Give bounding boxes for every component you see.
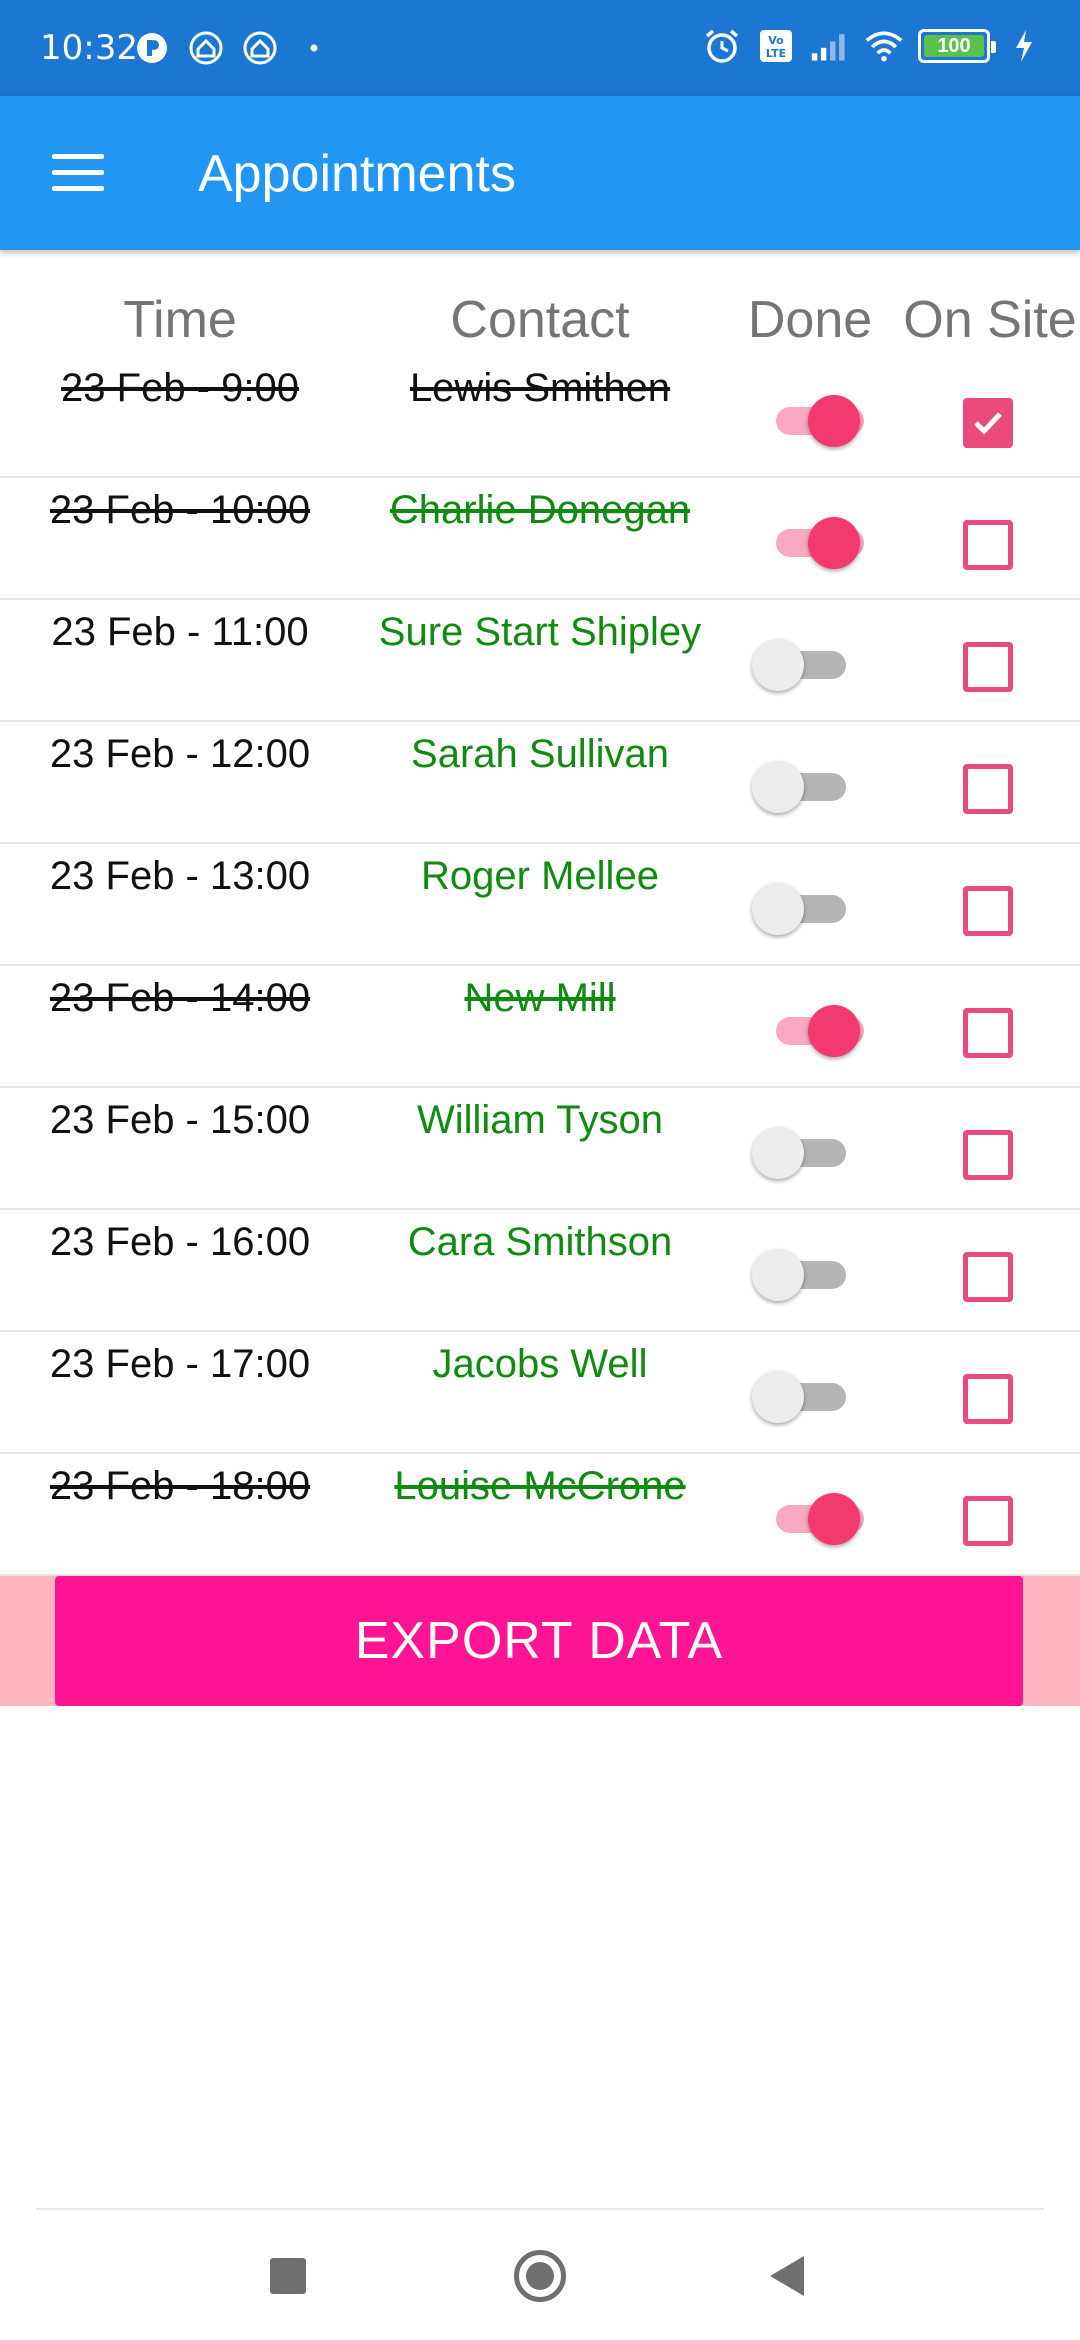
appointment-time: 23 Feb - 16:00	[49, 1220, 311, 1264]
appointment-contact[interactable]: Charlie Donegan	[360, 488, 720, 533]
battery-icon: 100	[918, 29, 996, 63]
header-time: Time	[123, 291, 237, 349]
on-site-checkbox[interactable]	[963, 764, 1013, 814]
volte-icon: Vo LTE	[756, 26, 796, 66]
appointment-contact[interactable]: Roger Mellee	[360, 854, 720, 899]
done-toggle[interactable]	[752, 636, 864, 692]
appointment-contact[interactable]: William Tyson	[360, 1098, 720, 1143]
appointment-contact[interactable]: Lewis Smithen	[360, 366, 720, 411]
battery-level: 100	[937, 34, 971, 57]
status-bar: 10:32 Vo LTE 100	[0, 0, 1080, 96]
appointment-contact[interactable]: Sure Start Shipley	[360, 610, 720, 655]
back-icon[interactable]	[770, 2256, 804, 2296]
status-time: 10:32	[40, 28, 138, 68]
appointment-time: 23 Feb - 17:00	[49, 1342, 311, 1386]
toggle-thumb	[752, 1249, 804, 1301]
home-app-icon	[186, 28, 226, 68]
header-done: Done	[747, 291, 873, 349]
appointment-contact[interactable]: Louise McCrone	[360, 1464, 720, 1509]
appointment-contact[interactable]: Sarah Sullivan	[360, 732, 720, 777]
table-row: 23 Feb - 9:00 Lewis Smithen	[0, 356, 1080, 478]
done-toggle[interactable]	[752, 392, 864, 448]
svg-text:LTE: LTE	[766, 47, 786, 60]
check-icon	[974, 412, 1002, 435]
toggle-thumb	[752, 761, 804, 813]
hamburger-menu-icon[interactable]	[40, 146, 116, 202]
table-row: 23 Feb - 16:00 Cara Smithson	[0, 1210, 1080, 1332]
on-site-checkbox[interactable]	[963, 520, 1013, 570]
page-title: Appointments	[198, 145, 516, 203]
system-nav-bar	[0, 2212, 1080, 2340]
on-site-checkbox[interactable]	[963, 642, 1013, 692]
table-row: 23 Feb - 13:00 Roger Mellee	[0, 844, 1080, 966]
svg-text:Vo: Vo	[768, 34, 784, 47]
toggle-thumb	[808, 1005, 860, 1057]
toggle-thumb	[752, 639, 804, 691]
status-right-icons: Vo LTE 100	[702, 26, 1044, 66]
done-toggle[interactable]	[752, 1368, 864, 1424]
table-row: 23 Feb - 17:00 Jacobs Well	[0, 1332, 1080, 1454]
dot-icon	[294, 28, 334, 68]
appointment-contact[interactable]: Jacobs Well	[360, 1342, 720, 1387]
toggle-thumb	[752, 1127, 804, 1179]
appointment-time: 23 Feb - 18:00	[49, 1464, 311, 1508]
on-site-checkbox[interactable]	[963, 1374, 1013, 1424]
on-site-checkbox[interactable]	[963, 1130, 1013, 1180]
home-icon[interactable]	[514, 2250, 566, 2302]
export-data-button[interactable]: EXPORT DATA	[55, 1576, 1023, 1706]
home-app-icon	[240, 28, 280, 68]
header-contact: Contact	[450, 291, 630, 349]
table-row: 23 Feb - 11:00 Sure Start Shipley	[0, 600, 1080, 722]
done-toggle[interactable]	[752, 1124, 864, 1180]
appointment-time: 23 Feb - 10:00	[49, 488, 311, 532]
on-site-checkbox[interactable]	[963, 886, 1013, 936]
appointment-time: 23 Feb - 15:00	[49, 1098, 311, 1142]
done-toggle[interactable]	[752, 1002, 864, 1058]
export-bar: EXPORT DATA	[0, 1576, 1080, 1706]
toggle-thumb	[808, 395, 860, 447]
appointment-time: 23 Feb - 11:00	[51, 610, 309, 654]
appointment-time: 23 Feb - 9:00	[61, 366, 299, 410]
toggle-thumb	[808, 1493, 860, 1545]
status-left-icons	[132, 28, 334, 68]
appointment-contact[interactable]: New Mill	[360, 976, 720, 1021]
table-row: 23 Feb - 10:00 Charlie Donegan	[0, 478, 1080, 600]
done-toggle[interactable]	[752, 1490, 864, 1546]
on-site-checkbox[interactable]	[963, 1252, 1013, 1302]
table-row: 23 Feb - 12:00 Sarah Sullivan	[0, 722, 1080, 844]
app-bar: Appointments	[0, 96, 1080, 250]
on-site-checkbox[interactable]	[963, 1008, 1013, 1058]
appointment-time: 23 Feb - 12:00	[49, 732, 311, 776]
recent-apps-icon[interactable]	[270, 2258, 306, 2294]
signal-icon	[810, 26, 850, 66]
toggle-thumb	[752, 1371, 804, 1423]
done-toggle[interactable]	[752, 758, 864, 814]
on-site-checkbox[interactable]	[963, 1496, 1013, 1546]
table-row: 23 Feb - 14:00 New Mill	[0, 966, 1080, 1088]
charging-icon	[1004, 26, 1044, 66]
done-toggle[interactable]	[752, 880, 864, 936]
on-site-checkbox[interactable]	[963, 398, 1013, 448]
table-row: 23 Feb - 15:00 William Tyson	[0, 1088, 1080, 1210]
done-toggle[interactable]	[752, 1246, 864, 1302]
done-toggle[interactable]	[752, 514, 864, 570]
table-header: Time Contact Done On Site	[0, 290, 1080, 350]
p-app-icon	[132, 28, 172, 68]
toggle-thumb	[752, 883, 804, 935]
wifi-icon	[864, 26, 904, 66]
header-on-site: On Site	[903, 291, 1077, 349]
nav-divider	[36, 2208, 1044, 2210]
table-row: 23 Feb - 18:00 Louise McCrone	[0, 1454, 1080, 1576]
appointment-contact[interactable]: Cara Smithson	[360, 1220, 720, 1265]
toggle-thumb	[808, 517, 860, 569]
appointment-time: 23 Feb - 14:00	[49, 976, 311, 1020]
appointments-table: 23 Feb - 9:00 Lewis Smithen 23 Feb - 10:00…	[0, 356, 1080, 1576]
appointment-time: 23 Feb - 13:00	[49, 854, 311, 898]
alarm-icon	[702, 26, 742, 66]
